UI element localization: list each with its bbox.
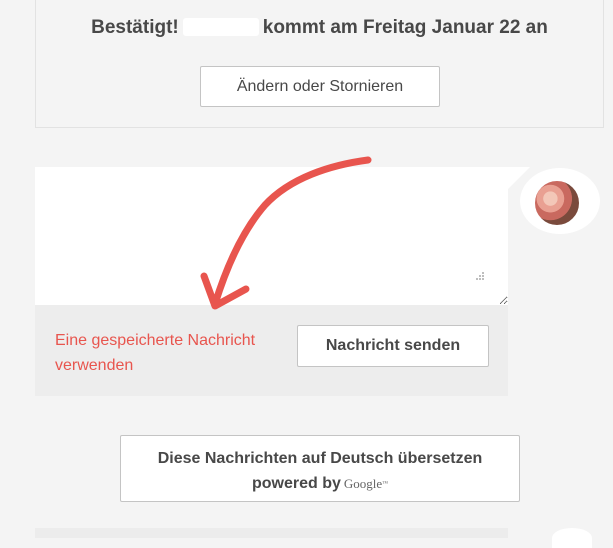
confirmation-prefix: Bestätigt! [91,17,179,38]
message-bubble-tail [508,167,530,189]
next-message-card [35,528,508,538]
translate-button[interactable]: Diese Nachrichten auf Deutsch übersetzen… [120,435,520,502]
confirmation-card: Bestätigt! kommt am Freitag Januar 22 an … [35,0,604,128]
message-footer: Eine gespeicherte Nachricht verwenden Na… [35,305,508,396]
powered-by-row: powered by Google™ [121,474,519,494]
use-saved-message-link[interactable]: Eine gespeicherte Nachricht verwenden [55,328,295,378]
send-message-button[interactable]: Nachricht senden [297,325,489,367]
translate-label: Diese Nachrichten auf Deutsch übersetzen [157,450,483,467]
change-or-cancel-button[interactable]: Ändern oder Stornieren [200,66,440,107]
next-avatar-edge [552,528,592,548]
powered-by-text: powered by [251,475,341,492]
message-textarea[interactable] [35,167,508,305]
redacted-name [182,18,259,36]
confirmation-title: Bestätigt! kommt am Freitag Januar 22 an [36,17,603,39]
resize-grip-icon[interactable] [472,270,486,284]
google-logo: Google™ [343,476,389,491]
host-avatar[interactable] [533,179,581,227]
confirmation-suffix: kommt am Freitag Januar 22 an [262,17,548,38]
